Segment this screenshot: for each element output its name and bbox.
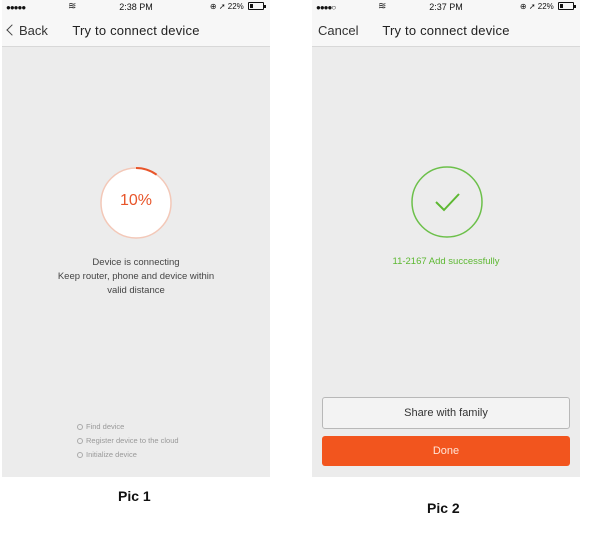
step-label: Register device to the cloud xyxy=(86,436,179,445)
battery-icon xyxy=(558,2,576,10)
caption-pic1: Pic 1 xyxy=(118,488,151,504)
step-label: Initialize device xyxy=(86,450,137,459)
location-icon: ➚ xyxy=(218,2,226,11)
connecting-message: Device is connecting Keep router, phone … xyxy=(2,256,270,298)
success-ring xyxy=(411,166,483,238)
success-message: 11-2167 Add successfully xyxy=(392,256,500,267)
orientation-lock-icon: ⊕ xyxy=(209,2,217,11)
bullet-icon xyxy=(77,438,83,444)
status-bar: ●●●●○ ≋ 2:37 PM ⊕ ➚ 22% xyxy=(312,0,580,14)
status-right: ⊕ ➚ 22% xyxy=(209,2,266,11)
battery-percent: 22% xyxy=(537,2,554,11)
bullet-icon xyxy=(77,452,83,458)
phone-screen-connecting: ●●●●● ≋ 2:38 PM ⊕ ➚ 22% Back Try to conn… xyxy=(2,0,270,477)
navigation-bar: Cancel Try to connect device xyxy=(312,14,580,47)
message-line: Device is connecting xyxy=(92,257,180,268)
share-with-family-button[interactable]: Share with family xyxy=(322,397,570,429)
battery-percent: 22% xyxy=(227,2,244,11)
checkmark-icon xyxy=(435,193,460,212)
phone-screen-success: ●●●●○ ≋ 2:37 PM ⊕ ➚ 22% Cancel Try to co… xyxy=(312,0,580,477)
step-label: Find device xyxy=(86,422,125,431)
done-button[interactable]: Done xyxy=(322,436,570,466)
bullet-icon xyxy=(77,424,83,430)
caption-pic2: Pic 2 xyxy=(427,500,460,516)
step-item: Find device xyxy=(77,420,179,434)
battery-icon xyxy=(248,2,266,10)
status-right: ⊕ ➚ 22% xyxy=(519,2,576,11)
connection-steps-list: Find device Register device to the cloud… xyxy=(77,420,179,462)
step-item: Register device to the cloud xyxy=(77,434,179,448)
progress-percent: 10% xyxy=(119,192,153,209)
orientation-lock-icon: ⊕ xyxy=(519,2,527,11)
page-title: Try to connect device xyxy=(72,23,200,38)
page-title: Try to connect device xyxy=(382,23,510,38)
message-line: valid distance xyxy=(107,285,165,296)
success-check-icon xyxy=(411,166,483,238)
status-bar: ●●●●● ≋ 2:38 PM ⊕ ➚ 22% xyxy=(2,0,270,14)
message-line: Keep router, phone and device within xyxy=(57,271,215,282)
navigation-bar: Back Try to connect device xyxy=(2,14,270,47)
location-icon: ➚ xyxy=(528,2,536,11)
step-item: Initialize device xyxy=(77,448,179,462)
